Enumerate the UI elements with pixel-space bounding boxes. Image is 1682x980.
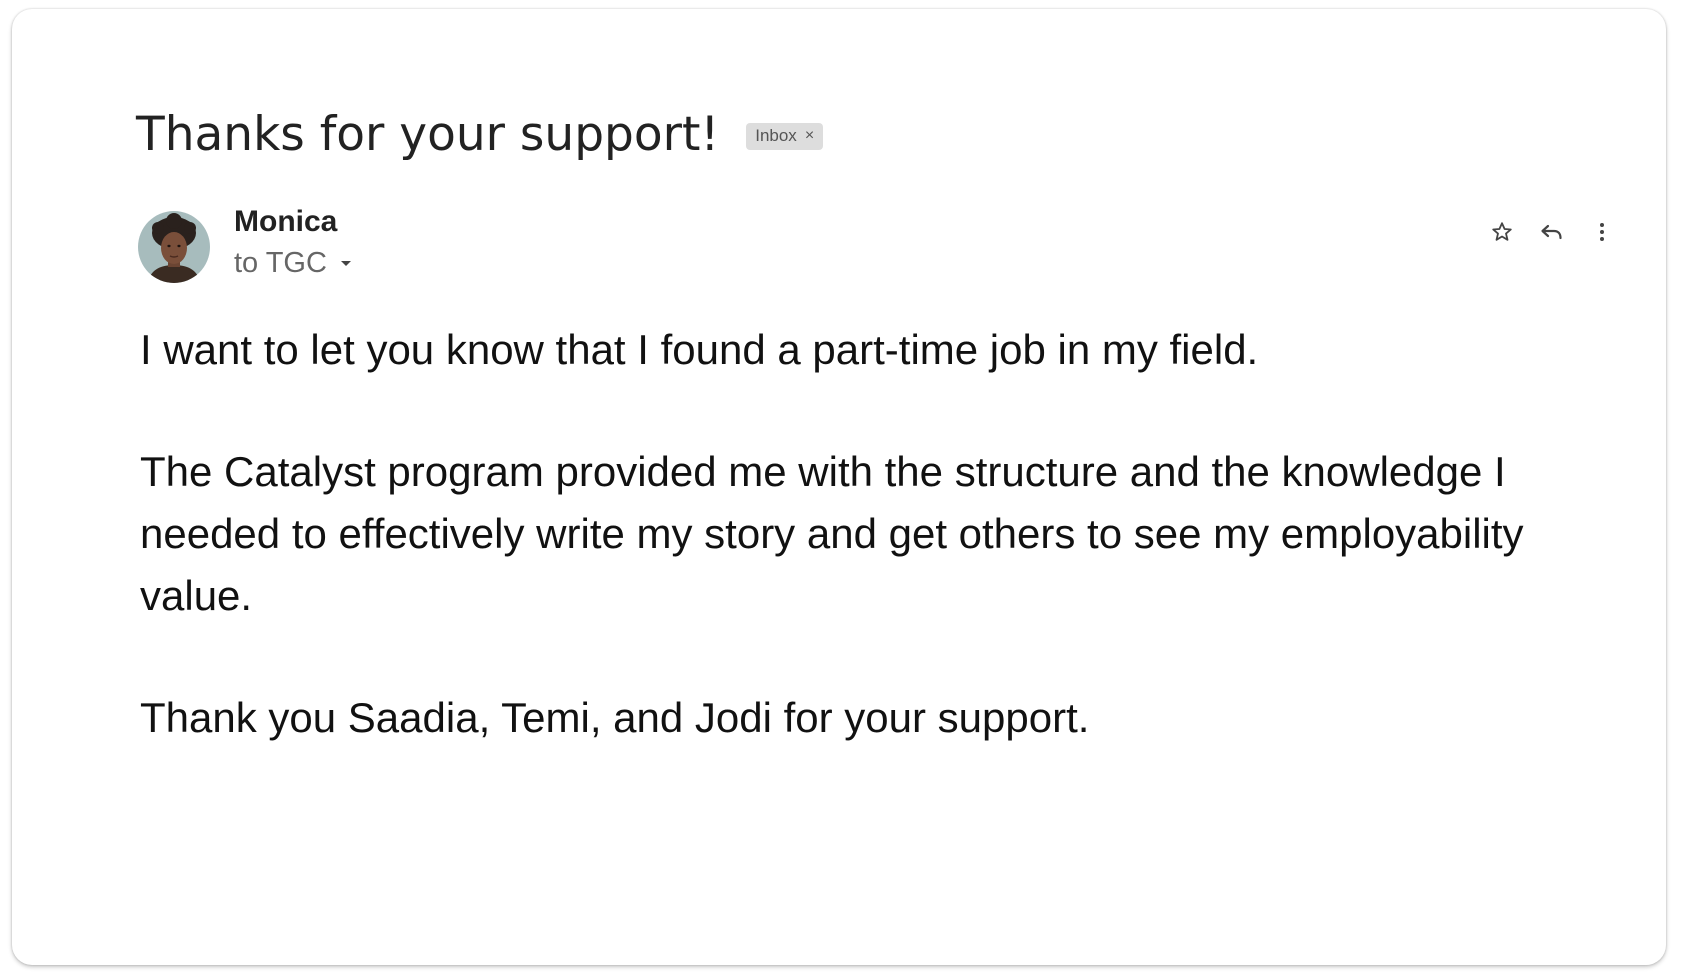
subject-row: Thanks for your support! Inbox × [136, 107, 824, 162]
star-button[interactable] [1482, 214, 1522, 250]
email-card: Thanks for your support! Inbox × Monica … [12, 9, 1666, 965]
recipient-text: to TGC [234, 247, 327, 279]
body-paragraph-2: The Catalyst program provided me with th… [140, 448, 1524, 619]
body-paragraph-3: Thank you Saadia, Temi, and Jodi for you… [140, 694, 1090, 741]
sender-block: Monica to TGC [234, 207, 351, 278]
email-subject: Thanks for your support! [136, 107, 720, 162]
remove-label-button[interactable]: × [805, 127, 814, 145]
avatar[interactable] [138, 211, 210, 283]
star-icon [1492, 222, 1512, 241]
more-vert-icon [1600, 223, 1604, 241]
email-body: I want to let you know that I found a pa… [140, 319, 1580, 809]
inbox-label-text: Inbox [755, 126, 797, 145]
chevron-down-icon [340, 261, 351, 266]
body-paragraph-1: I want to let you know that I found a pa… [140, 326, 1259, 373]
reply-icon [1541, 224, 1562, 240]
reply-button[interactable] [1532, 214, 1572, 250]
inbox-label-chip[interactable]: Inbox × [746, 123, 824, 150]
more-options-button[interactable] [1582, 214, 1622, 250]
message-actions [1472, 214, 1622, 250]
recipient-details-toggle[interactable]: to TGC [234, 249, 351, 278]
sender-name[interactable]: Monica [234, 207, 351, 237]
avatar-photo [138, 211, 210, 283]
